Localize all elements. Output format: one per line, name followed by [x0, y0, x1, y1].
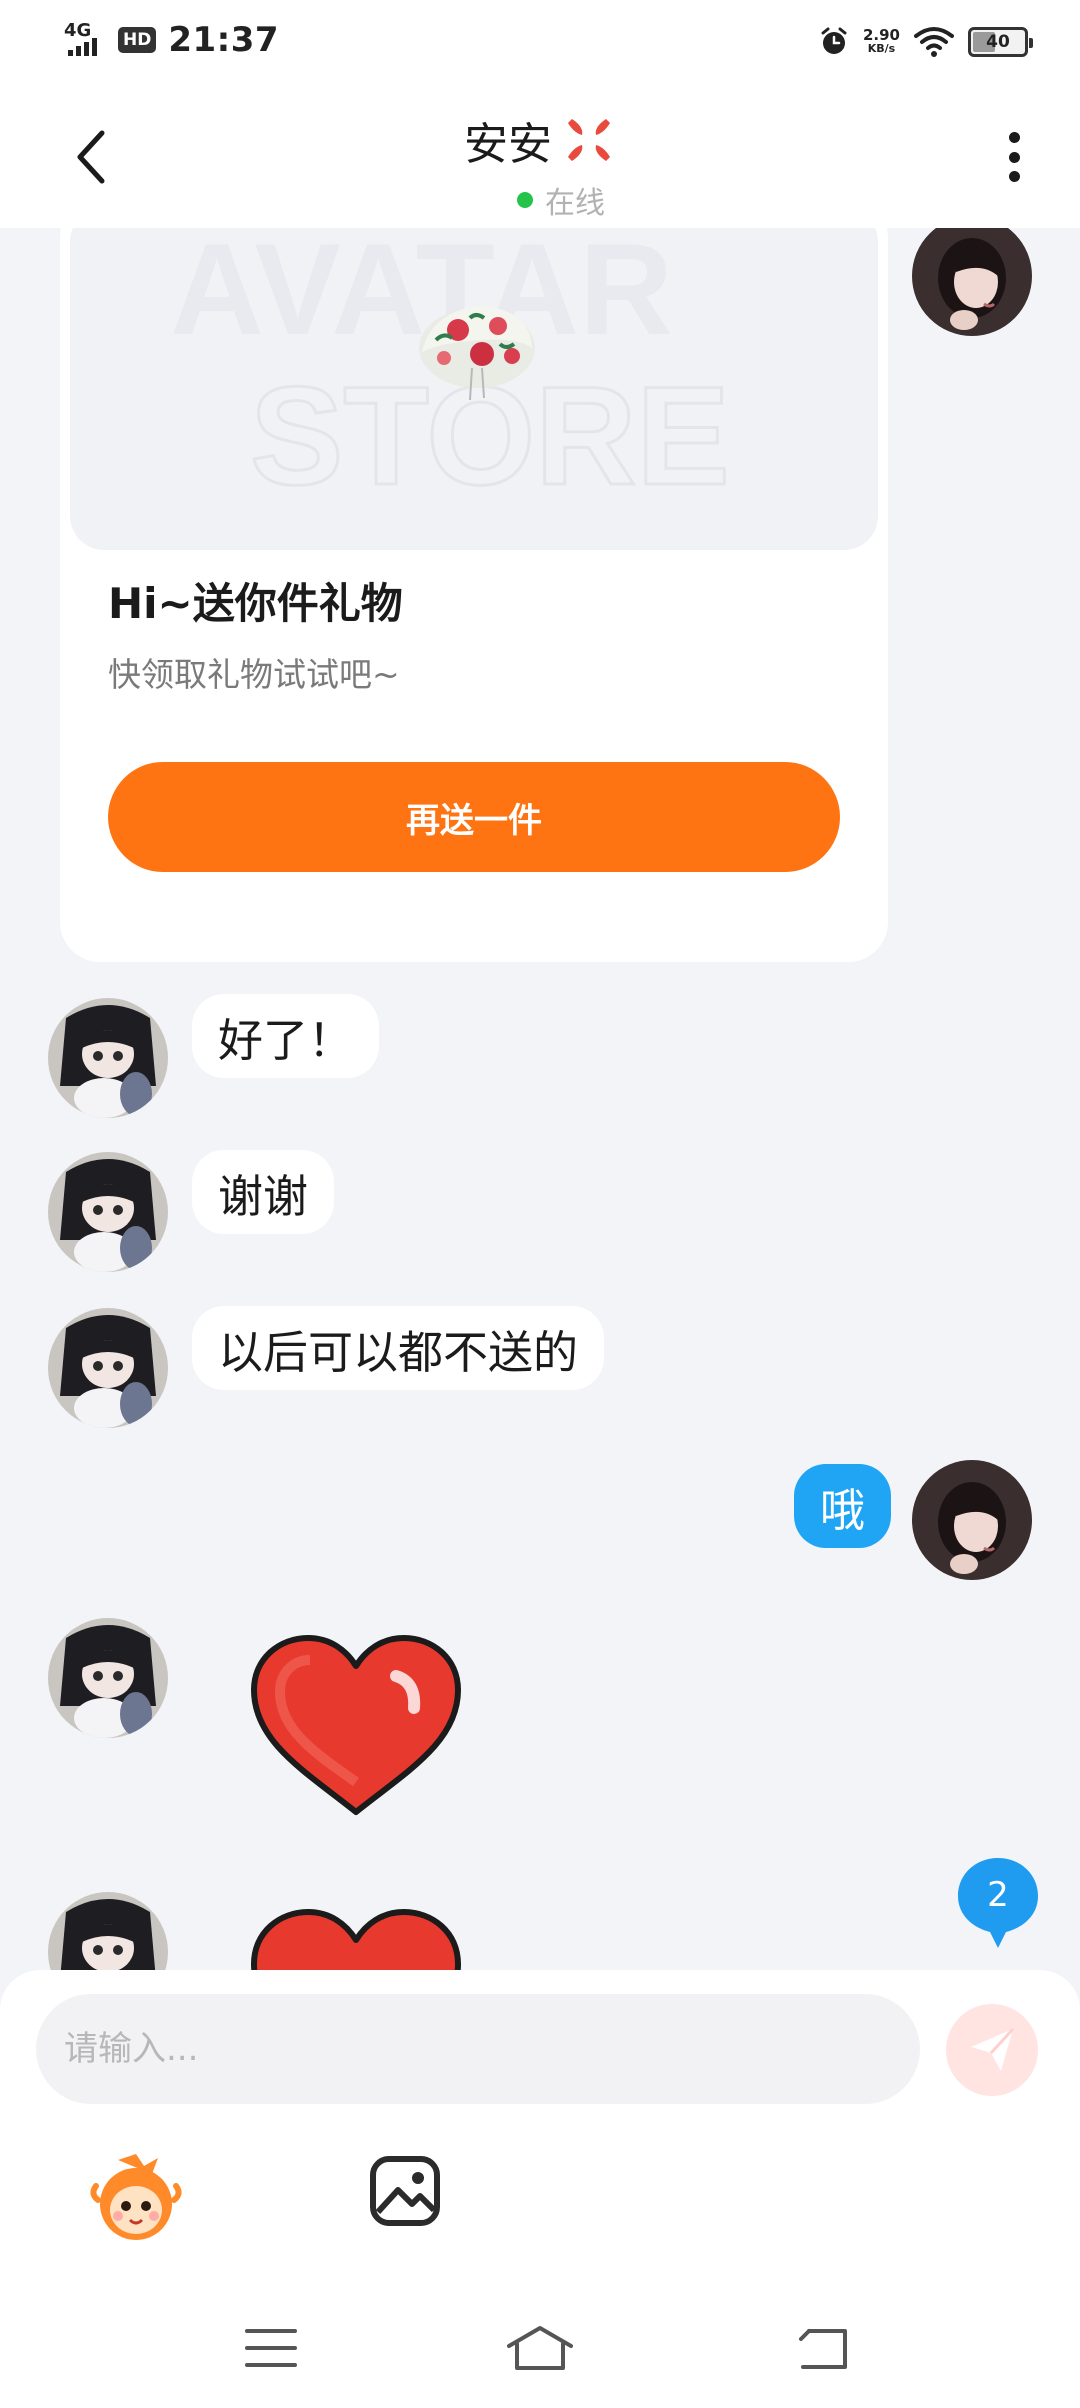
- message-bubble[interactable]: 谢谢: [192, 1150, 335, 1234]
- contact-avatar[interactable]: [48, 998, 168, 1118]
- message-list[interactable]: AVATAR STORE Hi~送你件礼物 快领取礼物试试吧~ 再送一件 好了！…: [0, 228, 1080, 1970]
- status-left: 4G HD 21:37: [64, 18, 279, 62]
- gift-card: AVATAR STORE Hi~送你件礼物 快领取礼物试试吧~ 再送一件: [60, 228, 888, 962]
- gift-subtitle: 快领取礼物试试吧~: [108, 655, 400, 694]
- net-speed: 2.90 KB/s: [863, 28, 900, 56]
- message-input[interactable]: [36, 1994, 920, 2104]
- heart-sticker[interactable]: [246, 1906, 466, 1970]
- my-avatar[interactable]: [912, 228, 1032, 336]
- more-icon: [1008, 132, 1020, 143]
- floral-hat-gift-icon: [419, 306, 535, 401]
- back-nav-icon: [799, 2329, 847, 2369]
- my-message-bubble[interactable]: 哦: [794, 1464, 892, 1548]
- alarm-icon: [821, 27, 847, 54]
- send-icon: [971, 2027, 1015, 2071]
- battery-level: 40: [986, 32, 1010, 52]
- system-nav-bar: [0, 2300, 1080, 2408]
- battery-icon: 40: [968, 27, 1033, 57]
- image-icon[interactable]: [368, 2154, 442, 2228]
- message-bubble[interactable]: 以后可以都不送的: [192, 1306, 605, 1390]
- signal-icon: 4G: [64, 20, 112, 60]
- chat-title: 安安 在线: [0, 108, 1080, 222]
- chat-header: 安安 在线: [0, 80, 1080, 228]
- heart-sticker[interactable]: [246, 1632, 466, 1822]
- menu-button[interactable]: [236, 2318, 306, 2378]
- hd-badge: HD: [118, 27, 157, 53]
- home-icon: [507, 2326, 573, 2370]
- online-text: 在线: [545, 186, 605, 221]
- contact-name: 安安: [464, 119, 552, 170]
- gift-preview: AVATAR STORE: [70, 228, 878, 550]
- home-button[interactable]: [505, 2318, 575, 2378]
- contact-avatar[interactable]: [48, 1618, 168, 1738]
- back-nav-button[interactable]: [788, 2318, 858, 2378]
- online-dot: [517, 192, 533, 208]
- my-avatar[interactable]: [912, 1460, 1032, 1580]
- wifi-icon: [914, 27, 954, 57]
- send-button[interactable]: [946, 2004, 1038, 2096]
- contact-avatar[interactable]: [48, 1152, 168, 1272]
- anger-icon: [568, 119, 610, 161]
- emoji-icon[interactable]: [88, 2150, 184, 2246]
- contact-avatar[interactable]: [48, 1892, 168, 1970]
- net-speed-unit: KB/s: [867, 42, 896, 55]
- net-speed-value: 2.90: [862, 26, 900, 44]
- online-status: 在线: [42, 178, 1080, 222]
- unread-count: 2: [987, 1875, 1009, 1915]
- unread-count-badge[interactable]: 2: [956, 1856, 1040, 1948]
- menu-icon: [245, 2329, 297, 2367]
- more-button[interactable]: [994, 124, 1034, 190]
- gift-title: Hi~送你件礼物: [108, 579, 403, 628]
- status-time: 21:37: [168, 20, 280, 60]
- send-another-gift-button[interactable]: 再送一件: [108, 762, 840, 872]
- status-right: 2.90 KB/s 40: [819, 20, 1033, 64]
- status-bar: 4G HD 21:37 2.90 KB/s 40: [0, 0, 1080, 80]
- contact-avatar[interactable]: [48, 1308, 168, 1428]
- message-bubble[interactable]: 好了！: [192, 994, 380, 1078]
